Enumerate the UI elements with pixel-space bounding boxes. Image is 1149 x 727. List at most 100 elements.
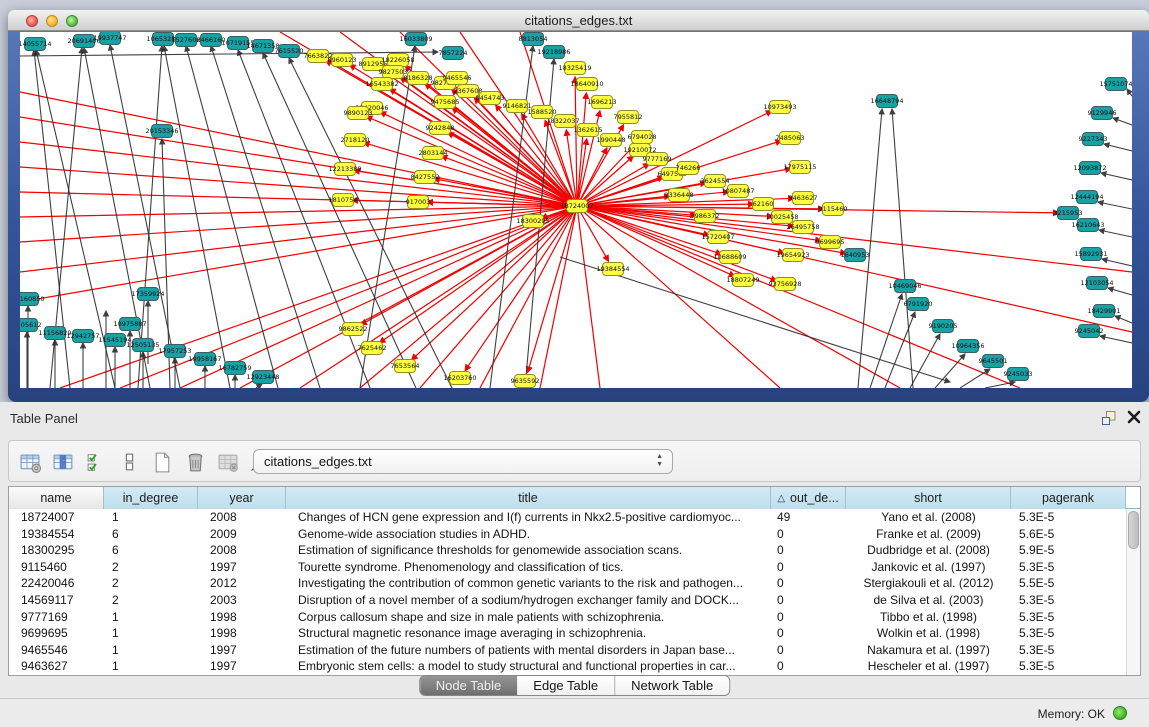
- column-header-pagerank[interactable]: pagerank: [1011, 487, 1126, 509]
- graph-node[interactable]: 9227343: [1079, 133, 1108, 146]
- graph-node[interactable]: 7615520: [275, 45, 304, 58]
- graph-node[interactable]: 10469046: [888, 280, 921, 293]
- table-row[interactable]: 946362711997Embryonic stem cells: a mode…: [9, 658, 1140, 675]
- graph-node[interactable]: 12444194: [1070, 191, 1103, 204]
- graph-node[interactable]: 9777169: [643, 153, 672, 166]
- graph-node[interactable]: 25160850: [20, 293, 45, 306]
- table-row[interactable]: 1830029562008Estimation of significance …: [9, 542, 1140, 559]
- table-row[interactable]: 946554611997Estimation of the future num…: [9, 642, 1140, 659]
- graph-node[interactable]: 16203760: [443, 372, 476, 385]
- graph-node[interactable]: 62160: [753, 198, 774, 211]
- graph-node[interactable]: 20153346: [145, 125, 178, 138]
- vertical-scrollbar[interactable]: [1126, 509, 1140, 675]
- graph-node[interactable]: 7625462: [358, 342, 387, 355]
- column-header-in-degree[interactable]: in_degree: [104, 487, 198, 509]
- graph-node[interactable]: 2803144: [419, 147, 448, 160]
- graph-node[interactable]: 1640953: [841, 249, 870, 262]
- tab-edge-table[interactable]: Edge Table: [517, 676, 614, 695]
- graph-node[interactable]: 15751074: [1099, 78, 1132, 91]
- close-panel-icon[interactable]: [1126, 409, 1142, 430]
- select-all-icon[interactable]: [83, 449, 109, 475]
- graph-node[interactable]: 10964356: [951, 340, 984, 353]
- graph-node[interactable]: 93756928: [768, 278, 801, 291]
- graph-node[interactable]: 7653564: [391, 360, 420, 373]
- graph-node[interactable]: 8813054: [519, 33, 548, 46]
- graph-node[interactable]: 746266: [676, 162, 701, 175]
- graph-node[interactable]: 6794028: [628, 131, 657, 144]
- graph-node[interactable]: 8427552: [411, 171, 440, 184]
- column-header-short[interactable]: short: [846, 487, 1011, 509]
- table-row[interactable]: 2242004622012Investigating the contribut…: [9, 575, 1140, 592]
- graph-node[interactable]: 8960123: [328, 54, 357, 67]
- graph-node[interactable]: 7955812: [614, 111, 643, 124]
- graph-node[interactable]: 9862522: [339, 323, 368, 336]
- graph-node[interactable]: 10688609: [713, 251, 746, 264]
- graph-node[interactable]: 18429901: [1087, 305, 1120, 318]
- graph-node[interactable]: 1810754: [329, 194, 358, 207]
- graph-node[interactable]: 10975887: [113, 318, 146, 331]
- graph-node[interactable]: 7857224: [439, 47, 468, 60]
- graph-node[interactable]: 9190205: [929, 320, 958, 333]
- graph-node[interactable]: 16648794: [870, 95, 903, 108]
- graph-node[interactable]: 18807249: [726, 274, 759, 287]
- graph-node[interactable]: 9475685: [431, 96, 460, 109]
- graph-node[interactable]: 2718120: [341, 134, 370, 147]
- graph-node[interactable]: 17359924: [131, 288, 164, 301]
- clear-selection-icon[interactable]: [116, 449, 142, 475]
- graph-node[interactable]: 8454743: [476, 92, 505, 105]
- float-panel-icon[interactable]: [1100, 409, 1118, 432]
- graph-node[interactable]: 9465546: [443, 72, 472, 85]
- graph-node[interactable]: 3215953: [1054, 207, 1083, 220]
- graph-node[interactable]: 19958167: [188, 353, 221, 366]
- graph-node[interactable]: 15892931: [1074, 248, 1107, 261]
- graph-node[interactable]: 9242848: [426, 122, 455, 135]
- graph-node[interactable]: 12505135: [126, 339, 159, 352]
- table-row[interactable]: 1872400712008Changes of HCN gene express…: [9, 509, 1140, 526]
- graph-node[interactable]: 19384554: [596, 263, 629, 276]
- network-canvas[interactable]: 14055714 20691406 19937747 10653287 1527…: [20, 32, 1132, 388]
- graph-node[interactable]: 16033809: [399, 33, 432, 46]
- graph-node[interactable]: 9245033: [1004, 368, 1033, 381]
- table-row[interactable]: 1456911722003Disruption of a novel membe…: [9, 592, 1140, 609]
- graph-node[interactable]: 19218986: [537, 46, 570, 59]
- new-column-icon[interactable]: [149, 449, 175, 475]
- graph-node[interactable]: 9129946: [1088, 107, 1117, 120]
- window-titlebar[interactable]: citations_edges.txt: [8, 10, 1149, 31]
- delete-table-icon[interactable]: [215, 449, 241, 475]
- column-header-name[interactable]: name: [9, 487, 104, 509]
- graph-node[interactable]: 9463627: [789, 192, 818, 205]
- column-header-year[interactable]: year: [198, 487, 286, 509]
- graph-node[interactable]: 6791920: [904, 298, 933, 311]
- graph-node[interactable]: 1990448: [597, 134, 626, 147]
- graph-node[interactable]: 7485063: [776, 132, 805, 145]
- graph-node[interactable]: 12093872: [1073, 162, 1106, 175]
- graph-node[interactable]: 12213389: [328, 163, 361, 176]
- table-row[interactable]: 911546021997Tourette syndrome. Phenomeno…: [9, 559, 1140, 576]
- table-row[interactable]: 969969511998Structural magnetic resonanc…: [9, 625, 1140, 642]
- graph-node[interactable]: 12103054: [1080, 277, 1113, 290]
- table-row[interactable]: 977716911998Corpus callosum shape and si…: [9, 609, 1140, 626]
- graph-node[interactable]: 1696213: [588, 96, 617, 109]
- tab-node-table[interactable]: Node Table: [420, 676, 518, 695]
- graph-node[interactable]: 17975115: [783, 161, 816, 174]
- table-settings-icon[interactable]: [17, 449, 43, 475]
- tab-network-table[interactable]: Network Table: [614, 676, 729, 695]
- table-row[interactable]: 1938455462009Genome-wide association stu…: [9, 526, 1140, 543]
- graph-node[interactable]: 10807487: [721, 185, 754, 198]
- graph-node[interactable]: 3624554: [701, 175, 730, 188]
- graph-node[interactable]: 9635592: [511, 375, 540, 388]
- graph-node[interactable]: 9645501: [979, 355, 1008, 368]
- scrollbar-thumb[interactable]: [1128, 511, 1139, 549]
- graph-node[interactable]: 9245042: [1075, 325, 1104, 338]
- graph-node[interactable]: 9115460: [819, 203, 848, 216]
- graph-node[interactable]: 19654923: [776, 249, 809, 262]
- graph-node[interactable]: 18325419: [558, 62, 591, 75]
- graph-node[interactable]: 17957253: [158, 345, 191, 358]
- delete-column-icon[interactable]: [182, 449, 208, 475]
- graph-node[interactable]: 9890123: [344, 107, 373, 120]
- table-source-dropdown[interactable]: citations_edges.txt ▲▼: [253, 449, 673, 474]
- graph-node[interactable]: 9699695: [816, 236, 845, 249]
- graph-node[interactable]: 16543382: [365, 78, 398, 91]
- column-visibility-icon[interactable]: [50, 449, 76, 475]
- graph-node[interactable]: 16210643: [1071, 219, 1104, 232]
